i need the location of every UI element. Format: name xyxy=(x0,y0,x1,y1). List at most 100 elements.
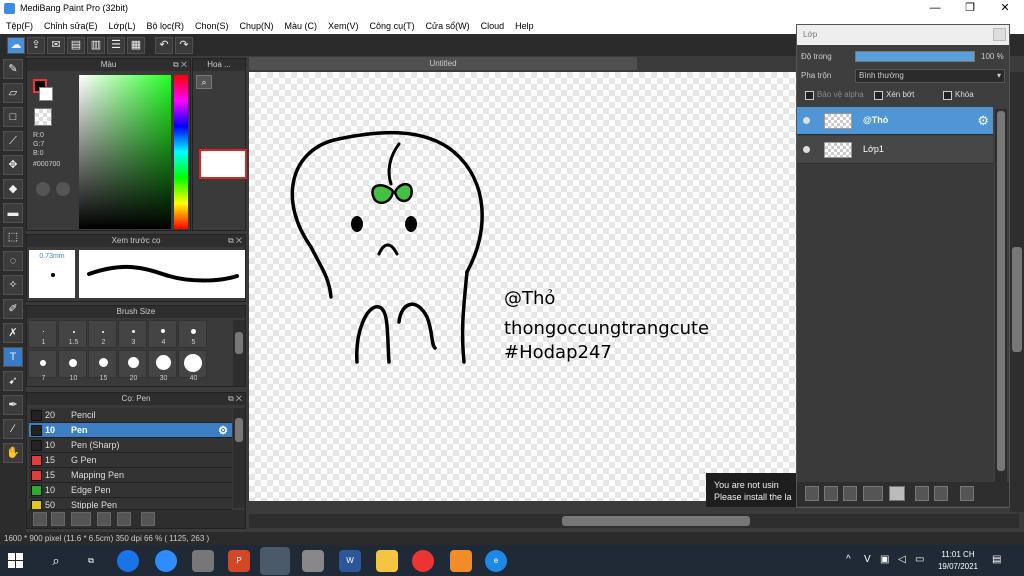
menu-snap[interactable]: Chụp(N) xyxy=(240,21,274,31)
lock-checkbox[interactable] xyxy=(943,91,952,100)
chevron-up-icon[interactable]: ^ xyxy=(846,554,851,565)
divide-tool-icon[interactable]: ✒ xyxy=(3,395,23,415)
brush-size-cell[interactable]: 10 xyxy=(58,350,87,382)
network-icon[interactable]: ▣ xyxy=(880,554,889,565)
brush-folder-icon[interactable] xyxy=(97,512,111,526)
upload-icon[interactable]: ⇪ xyxy=(27,36,45,54)
layer-item-selected[interactable]: @Thỏ ⚙ xyxy=(797,107,993,135)
edge-icon[interactable]: e xyxy=(485,550,507,572)
new-halftone-layer-icon[interactable] xyxy=(824,486,838,501)
brush-size-cell[interactable]: 1.5 xyxy=(58,320,87,348)
undo-icon[interactable]: ↶ xyxy=(155,36,173,54)
blend-mode-select[interactable]: Bình thường ▾ xyxy=(855,69,1005,83)
list-icon[interactable]: ☰ xyxy=(107,36,125,54)
windows-start-icon[interactable] xyxy=(8,553,23,568)
file-explorer-icon[interactable] xyxy=(376,550,398,572)
brush-size-cell[interactable]: 30 xyxy=(148,350,177,382)
visibility-eye-icon[interactable] xyxy=(803,117,810,124)
update-notice[interactable]: You are not usin Please install the la xyxy=(706,473,796,507)
menu-color[interactable]: Màu (C) xyxy=(285,21,318,31)
hand-tool-icon[interactable]: ✋ xyxy=(3,443,23,463)
brush-tool-icon[interactable]: ✎ xyxy=(3,59,23,79)
minimize-button[interactable]: — xyxy=(918,0,952,17)
menu-file[interactable]: Tệp(F) xyxy=(6,21,33,31)
brush-item[interactable]: 15 G Pen xyxy=(29,453,232,468)
hue-slider[interactable] xyxy=(174,75,188,229)
volume-icon[interactable]: ◁ xyxy=(898,554,906,565)
redo-icon[interactable]: ↷ xyxy=(175,36,193,54)
menu-select[interactable]: Chọn(S) xyxy=(195,21,229,31)
horizontal-scroll-thumb[interactable] xyxy=(562,516,750,526)
search-icon[interactable]: ⌕ xyxy=(45,550,67,572)
duplicate-layer-icon[interactable] xyxy=(915,486,929,501)
text-tool-icon[interactable]: T xyxy=(3,347,23,367)
app-icon[interactable] xyxy=(192,550,214,572)
select-pen-icon[interactable]: ✐ xyxy=(3,299,23,319)
canvas-vertical-scrollbar[interactable] xyxy=(1010,72,1024,512)
shape-tool-icon[interactable]: □ xyxy=(3,107,23,127)
brush-size-scrollbar[interactable] xyxy=(233,320,245,386)
task-view-icon[interactable]: ⧉ xyxy=(80,550,102,572)
lasso-tool-icon[interactable]: ◌ xyxy=(3,251,23,271)
menu-view[interactable]: Xem(V) xyxy=(328,21,359,31)
new-layer-icon[interactable] xyxy=(805,486,819,501)
visibility-eye-icon[interactable] xyxy=(803,146,810,153)
merge-layer-icon[interactable] xyxy=(934,486,948,501)
brush-size-cell[interactable]: 2 xyxy=(88,320,117,348)
clipping-checkbox[interactable] xyxy=(874,91,883,100)
brush-settings-gear-icon[interactable]: ⚙ xyxy=(218,424,228,437)
brush-size-cell[interactable]: 20 xyxy=(118,350,147,382)
eyedropper-icon[interactable]: ⁄ xyxy=(3,419,23,439)
notification-icon[interactable]: ▤ xyxy=(992,554,1001,565)
new-8bit-layer-icon[interactable] xyxy=(843,486,857,501)
layer-settings-gear-icon[interactable]: ⚙ xyxy=(977,113,989,129)
word-icon[interactable]: W xyxy=(339,550,361,572)
powerpoint-icon[interactable]: P xyxy=(228,550,250,572)
duplicate-brush-icon[interactable] xyxy=(117,512,131,526)
app-icon[interactable] xyxy=(302,550,324,572)
app-icon[interactable] xyxy=(450,550,472,572)
language-indicator[interactable]: V xyxy=(864,554,871,565)
menu-edit[interactable]: Chỉnh sửa(E) xyxy=(44,21,98,31)
brush-size-cell[interactable]: 4 xyxy=(148,320,177,348)
menu-window[interactable]: Cửa sổ(W) xyxy=(426,21,470,31)
document-icon[interactable]: ▥ xyxy=(87,36,105,54)
zoom-icon[interactable]: ⌕ xyxy=(196,75,212,89)
chrome-icon[interactable] xyxy=(412,550,434,572)
brush-item-selected[interactable]: 10 Pen ⚙ xyxy=(29,423,232,438)
layer-folder-icon[interactable] xyxy=(889,486,905,501)
brush-item[interactable]: 15 Mapping Pen xyxy=(29,468,232,483)
page-icon[interactable]: ▤ xyxy=(67,36,85,54)
background-color-swatch[interactable] xyxy=(39,87,53,101)
zoom-app-icon[interactable] xyxy=(155,550,177,572)
maximize-button[interactable]: ❐ xyxy=(953,0,987,17)
medibang-taskbar-icon[interactable] xyxy=(260,547,290,575)
canvas-horizontal-scrollbar[interactable] xyxy=(249,514,1019,528)
cloud-icon[interactable]: ☁ xyxy=(7,36,25,54)
navigator-thumbnail[interactable] xyxy=(199,149,247,179)
transparent-swatch[interactable] xyxy=(34,108,52,126)
select-eraser-icon[interactable]: ✗ xyxy=(3,323,23,343)
menu-cloud[interactable]: Cloud xyxy=(481,21,505,31)
menu-tools[interactable]: Công cụ(T) xyxy=(370,21,415,31)
system-clock[interactable]: 11:01 CH 19/07/2021 xyxy=(936,549,980,573)
brush-item[interactable]: 10 Edge Pen xyxy=(29,483,232,498)
menu-layer[interactable]: Lớp(L) xyxy=(109,21,136,31)
panel-controls-icon[interactable]: ⧉ ✕ xyxy=(228,235,242,247)
brush-size-cell[interactable]: 15 xyxy=(88,350,117,382)
select-tool-icon[interactable]: ⬚ xyxy=(3,227,23,247)
layer-panel-close-button[interactable] xyxy=(993,28,1006,41)
move-tool-icon[interactable]: ✥ xyxy=(3,155,23,175)
protect-alpha-checkbox[interactable] xyxy=(805,91,814,100)
delete-layer-icon[interactable] xyxy=(960,486,974,501)
comment-icon[interactable]: ✉ xyxy=(47,36,65,54)
brush-item[interactable]: 50 Stipple Pen xyxy=(29,498,232,510)
brush-cloud-icon[interactable] xyxy=(33,512,47,526)
panel-controls-icon[interactable]: ⧉ ✕ xyxy=(173,59,187,71)
add-layer-menu-icon[interactable] xyxy=(863,486,883,501)
eraser-tool-icon[interactable]: ▱ xyxy=(3,83,23,103)
brush-size-cell[interactable]: 40 xyxy=(178,350,207,382)
brush-size-cell[interactable]: 5 xyxy=(178,320,207,348)
grid-icon[interactable]: ▦ xyxy=(127,36,145,54)
vertical-scroll-thumb[interactable] xyxy=(1012,247,1022,352)
